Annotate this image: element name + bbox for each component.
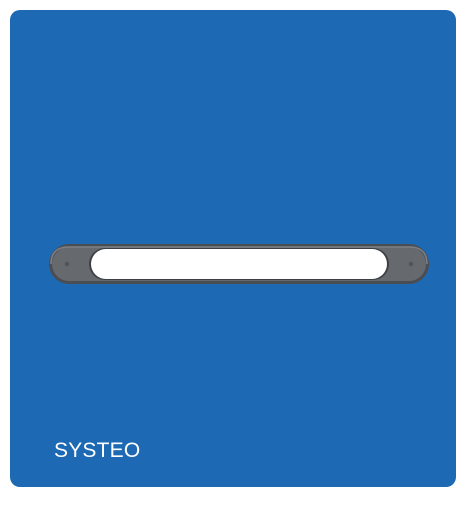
product-tile-systeo[interactable]: SYSTEO [10, 10, 456, 487]
product-name-label: SYSTEO [54, 439, 141, 462]
light-fixture-icon [47, 236, 431, 292]
